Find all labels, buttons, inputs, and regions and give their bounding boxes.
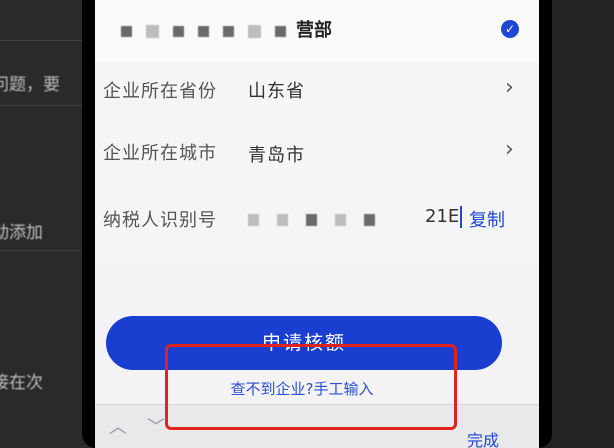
province-value: 山东省 xyxy=(248,81,305,102)
tax-id-suffix: 21E xyxy=(425,206,460,227)
chevron-right-icon: › xyxy=(505,137,514,162)
tax-id-input[interactable] xyxy=(248,210,393,230)
tax-id-visible: 21E xyxy=(425,206,463,228)
chevron-up-icon[interactable]: ︿ xyxy=(109,413,127,439)
redacted-block xyxy=(248,214,259,226)
chevron-right-icon: › xyxy=(505,75,514,100)
redacted-block xyxy=(173,25,184,37)
company-name: 营部 xyxy=(121,16,332,42)
province-row[interactable]: 企业所在省份 山东省 › xyxy=(95,62,539,124)
background-right xyxy=(545,0,614,448)
company-option[interactable]: 营部 ✓ xyxy=(95,0,539,62)
redacted-block xyxy=(198,25,209,37)
text-cursor xyxy=(460,206,463,228)
company-name-tail: 营部 xyxy=(296,20,332,41)
province-label: 企业所在省份 xyxy=(103,81,217,102)
bg-text-fragment: 问题，要 xyxy=(0,75,60,95)
redacted-block xyxy=(223,25,234,37)
redacted-block xyxy=(277,214,288,226)
highlight-annotation xyxy=(165,344,457,430)
bg-text-fragment: 动添加 xyxy=(0,223,43,243)
redacted-block xyxy=(121,25,132,37)
company-info-form: 企业所在省份 山东省 › 企业所在城市 青岛市 › xyxy=(95,62,539,262)
tax-id-label: 纳税人识别号 xyxy=(103,210,217,231)
redacted-block xyxy=(146,24,159,38)
redacted-block xyxy=(306,214,317,226)
redacted-block xyxy=(335,214,346,226)
chevron-down-icon[interactable]: ﹀ xyxy=(147,413,165,439)
redacted-block xyxy=(364,214,375,226)
city-value: 青岛市 xyxy=(248,145,305,166)
city-row[interactable]: 企业所在城市 青岛市 › xyxy=(95,128,539,190)
checkmark-icon[interactable]: ✓ xyxy=(501,20,519,38)
redacted-block xyxy=(275,25,286,37)
copy-button[interactable]: 复制 xyxy=(469,206,505,232)
redacted-block xyxy=(248,24,261,38)
bg-text-fragment: 接在次 xyxy=(0,373,43,393)
done-button[interactable]: 完成 xyxy=(467,427,499,448)
city-label: 企业所在城市 xyxy=(103,143,217,164)
